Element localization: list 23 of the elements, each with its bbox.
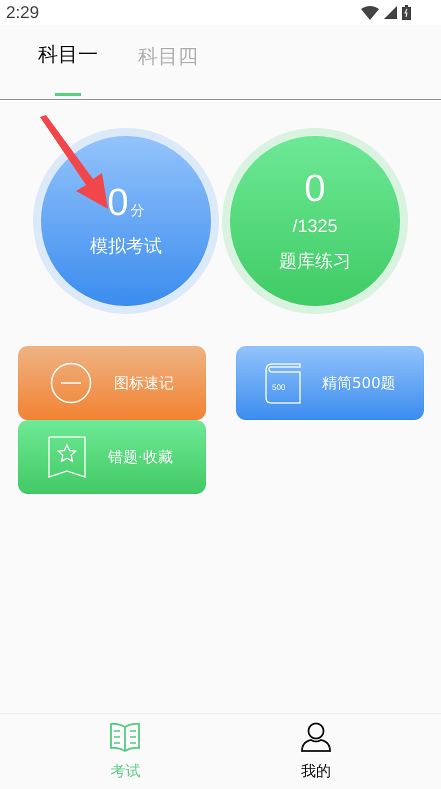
circle-label: 模拟考试: [90, 235, 162, 258]
nav-tab[interactable]: 我的: [300, 714, 332, 789]
score-value: 0: [107, 184, 129, 222]
progress-value: 0: [304, 170, 326, 208]
nav-tab[interactable]: 考试: [109, 714, 142, 789]
status-time: 2:29: [6, 2, 40, 22]
book-icon: 500: [264, 362, 302, 404]
open-book-icon: [109, 722, 142, 752]
question-total: /1325: [292, 216, 338, 236]
minus-circle-icon: [50, 362, 92, 404]
score-unit: 分: [130, 203, 145, 217]
subject-tab[interactable]: 科目四: [138, 25, 198, 99]
person-icon: [300, 722, 332, 752]
shortcut-tile[interactable]: 错题·收藏: [18, 420, 206, 494]
wifi-icon: [361, 6, 379, 20]
battery-icon: [402, 5, 411, 20]
circle-button[interactable]: 0 分 模拟考试: [41, 136, 211, 306]
signal-icon: [384, 6, 397, 19]
circle-button[interactable]: 0 /1325 题库练习: [230, 136, 400, 306]
bookmark-star-icon: [48, 436, 86, 478]
shortcut-tile[interactable]: 图标速记: [18, 346, 206, 420]
shortcut-tile[interactable]: 500 精简500题: [236, 346, 424, 420]
circle-label: 题库练习: [279, 250, 351, 272]
